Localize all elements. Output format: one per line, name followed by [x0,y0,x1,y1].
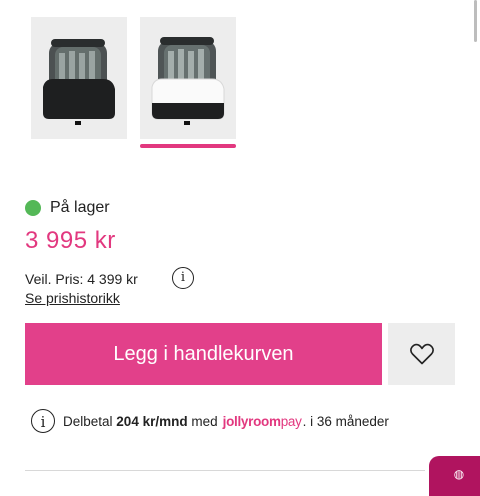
info-icon[interactable]: i [172,267,194,289]
chat-icon: ◍ [453,467,465,481]
stock-label: På lager [50,199,110,216]
installment-info: i Delbetal 204 kr/mnd med jollyroompay. … [31,409,389,433]
installment-with: med [191,413,218,429]
price-history-link[interactable]: Se prishistorikk [25,290,120,306]
info-icon[interactable]: i [31,409,55,433]
in-stock-dot-icon [25,200,41,216]
stock-status: På lager [25,199,110,217]
wishlist-button[interactable] [388,323,455,385]
product-price: 3 995 kr [25,227,116,254]
jollyroompay-logo: jollyroompay [222,413,302,429]
installment-suffix: . i 36 måneder [302,413,389,429]
thumbnail-white-dryer[interactable] [140,17,236,139]
chat-button[interactable]: ◍ [429,456,480,496]
installment-amount: 204 kr/mnd [116,413,188,429]
thumbnail-selected-indicator [140,144,236,148]
page-scrollbar[interactable] [474,0,477,42]
installment-prefix: Delbetal [63,413,113,429]
thumbnail-black-dryer[interactable] [31,17,127,139]
recommended-price: Veil. Pris: 4 399 kr [25,271,138,287]
heart-icon [409,343,434,365]
add-to-cart-button[interactable]: Legg i handlekurven [25,323,382,385]
section-divider [25,470,425,471]
